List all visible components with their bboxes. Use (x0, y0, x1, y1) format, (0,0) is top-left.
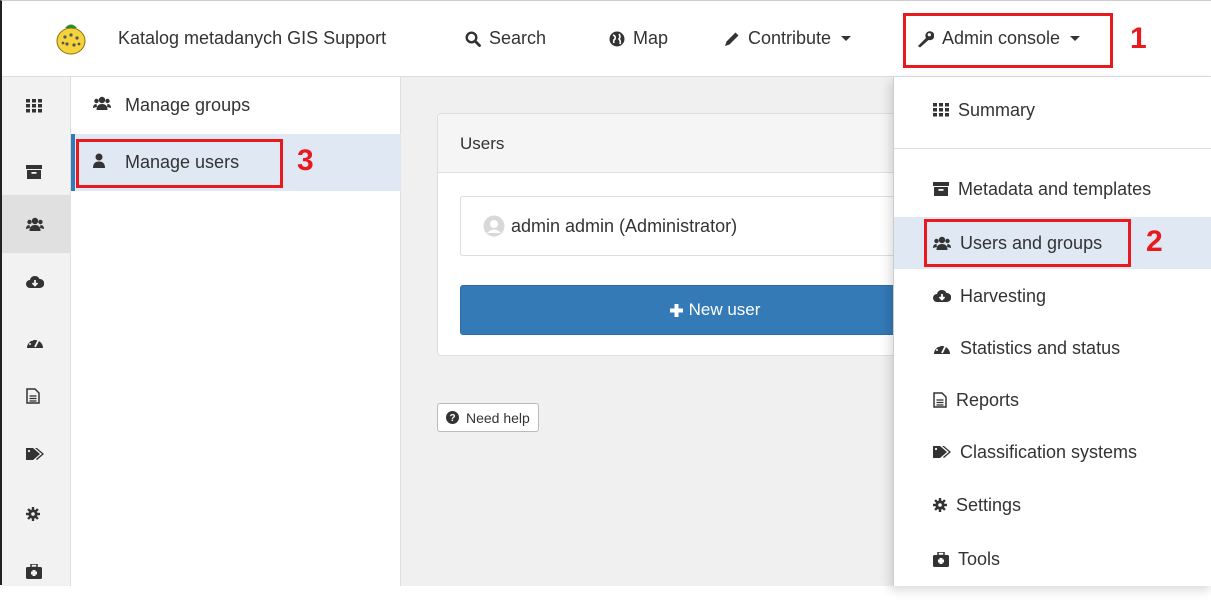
tags-icon (26, 447, 44, 461)
classification-systems-label: Classification systems (960, 441, 1138, 462)
tools-label: Tools (958, 548, 1001, 569)
dashboard-icon (26, 335, 44, 349)
svg-text:?: ? (449, 413, 455, 424)
rail-item-tools[interactable] (2, 542, 71, 600)
admin-console-dropdown-menu: Summary Metadata and templates Users and… (893, 77, 1211, 586)
users-panel-title: Users (438, 114, 906, 173)
menu-item-classification-systems[interactable]: Classification systems (894, 426, 1211, 478)
contribute-dropdown-toggle[interactable]: Contribute (724, 28, 852, 49)
cloud-download-icon (933, 289, 951, 303)
new-user-label: New user (688, 300, 761, 319)
rail-item-classification[interactable] (2, 425, 71, 483)
map-nav-link[interactable]: Map (609, 28, 668, 49)
brand-label: Katalog metadanych GIS Support (118, 28, 387, 48)
users-panel: Users admin admin (Administrator) New us… (437, 113, 907, 356)
grid-icon (26, 99, 42, 113)
user-list-item[interactable]: admin admin (Administrator) (460, 196, 900, 256)
gear-icon (26, 507, 40, 521)
top-navbar: Katalog metadanych GIS Support Search Ma… (2, 1, 1211, 77)
question-circle-icon: ? (446, 411, 459, 424)
logo-icon[interactable] (55, 21, 87, 55)
map-nav-label: Map (633, 28, 669, 48)
toolbox-icon (933, 551, 949, 567)
menu-item-metadata-templates[interactable]: Metadata and templates (894, 163, 1211, 215)
rail-item-reports[interactable] (2, 367, 71, 425)
highlight-box-users-groups (924, 219, 1131, 267)
file-icon (26, 388, 40, 404)
highlight-box-manage-users (76, 139, 283, 188)
gear-icon (933, 498, 947, 512)
step-marker-3: 3 (297, 144, 314, 177)
menu-item-tools[interactable]: Tools (894, 533, 1211, 585)
menu-item-summary[interactable]: Summary (894, 84, 1211, 136)
toolbox-icon (26, 563, 42, 579)
rail-item-summary[interactable] (2, 77, 71, 135)
menu-item-statistics-status[interactable]: Statistics and status (894, 322, 1211, 374)
need-help-label: Need help (466, 409, 530, 426)
brand-link[interactable]: Katalog metadanych GIS Support (118, 28, 386, 49)
rail-item-users-groups[interactable] (2, 195, 71, 253)
rail-item-statistics[interactable] (2, 313, 71, 371)
subnav-item-manage-groups[interactable]: Manage groups (71, 77, 401, 134)
menu-item-reports[interactable]: Reports (894, 374, 1211, 426)
search-nav-label: Search (489, 28, 547, 48)
avatar-icon (483, 215, 505, 237)
menu-item-harvesting[interactable]: Harvesting (894, 270, 1211, 322)
highlight-box-admin-console (903, 13, 1113, 68)
metadata-templates-label: Metadata and templates (958, 178, 1152, 199)
contribute-nav-label: Contribute (748, 28, 832, 48)
chevron-down-icon (841, 36, 852, 41)
new-user-button[interactable]: New user (460, 285, 900, 335)
step-marker-2: 2 (1146, 225, 1163, 258)
search-icon (465, 30, 481, 47)
plus-icon (669, 303, 683, 317)
reports-label: Reports (956, 389, 1020, 410)
app-window: Katalog metadanych GIS Support Search Ma… (0, 0, 1211, 586)
search-nav-link[interactable]: Search (465, 28, 546, 49)
user-entry-label: admin admin (Administrator) (511, 215, 738, 236)
statistics-status-label: Statistics and status (960, 337, 1121, 358)
harvesting-label: Harvesting (960, 285, 1047, 306)
settings-label: Settings (956, 494, 1022, 515)
grid-icon (933, 103, 949, 117)
archive-icon (26, 165, 42, 179)
users-icon (93, 96, 111, 111)
admin-icon-rail (2, 77, 71, 586)
cloud-download-icon (26, 275, 44, 289)
archive-icon (933, 182, 949, 196)
globe-icon (609, 31, 625, 47)
step-marker-1: 1 (1130, 22, 1147, 55)
dashboard-icon (933, 341, 951, 355)
rail-item-harvesting[interactable] (2, 253, 71, 311)
tags-icon (933, 445, 951, 459)
need-help-button[interactable]: ? Need help (437, 403, 539, 432)
file-icon (933, 392, 947, 408)
menu-item-settings[interactable]: Settings (894, 479, 1211, 531)
rail-item-settings[interactable] (2, 485, 71, 543)
manage-groups-label: Manage groups (125, 95, 251, 115)
users-icon (26, 217, 44, 232)
rail-item-metadata[interactable] (2, 143, 71, 201)
menu-divider (894, 148, 1211, 149)
pencil-icon (724, 31, 740, 47)
summary-label: Summary (958, 99, 1036, 120)
